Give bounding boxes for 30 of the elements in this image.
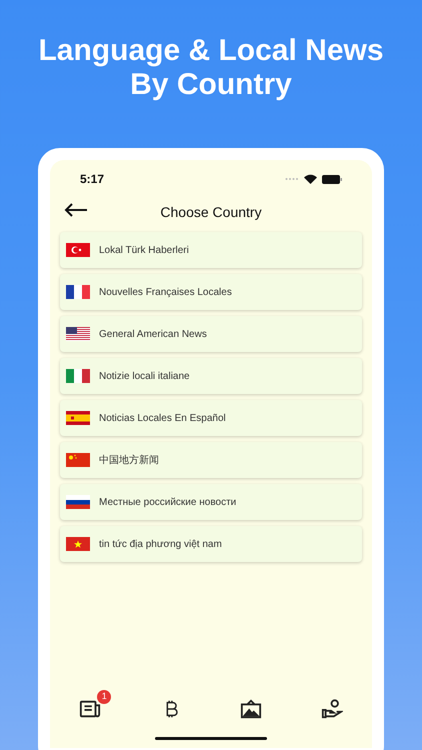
flag-icon (66, 327, 90, 341)
flag-icon (66, 537, 90, 551)
picture-frame-icon (240, 698, 262, 720)
country-item[interactable]: Notizie locali italiane (60, 358, 362, 394)
flag-icon (66, 453, 90, 467)
country-item[interactable]: General American News (60, 316, 362, 352)
country-item[interactable]: Местные российские новости (60, 484, 362, 520)
headline: Language & Local News (38, 34, 384, 68)
back-button[interactable] (64, 202, 88, 218)
battery-icon (322, 174, 342, 184)
flag-icon (66, 243, 90, 257)
status-time: 5:17 (80, 171, 104, 188)
country-item[interactable]: tin tức địa phương việt nam (60, 526, 362, 562)
country-item[interactable]: Lokal Türk Haberleri (60, 232, 362, 268)
hand-person-icon (320, 698, 343, 720)
signal-icon (285, 177, 299, 181)
newspaper-icon (79, 698, 102, 720)
flag-icon (66, 369, 90, 383)
flag-icon (66, 285, 90, 299)
flag-icon (66, 411, 90, 425)
country-item[interactable]: Nouvelles Françaises Locales (60, 274, 362, 310)
country-item[interactable]: Noticias Locales En Español (60, 400, 362, 436)
wifi-icon (304, 174, 317, 184)
back-arrow-icon (64, 202, 88, 218)
headline: By Country (130, 68, 292, 102)
screen-title: Choose Country (160, 202, 262, 222)
country-item[interactable]: 中国地方新闻 (60, 442, 362, 478)
notification-badge: 1 (97, 690, 112, 704)
tab-button[interactable]: 1 (69, 690, 112, 724)
flag-icon (66, 495, 90, 509)
